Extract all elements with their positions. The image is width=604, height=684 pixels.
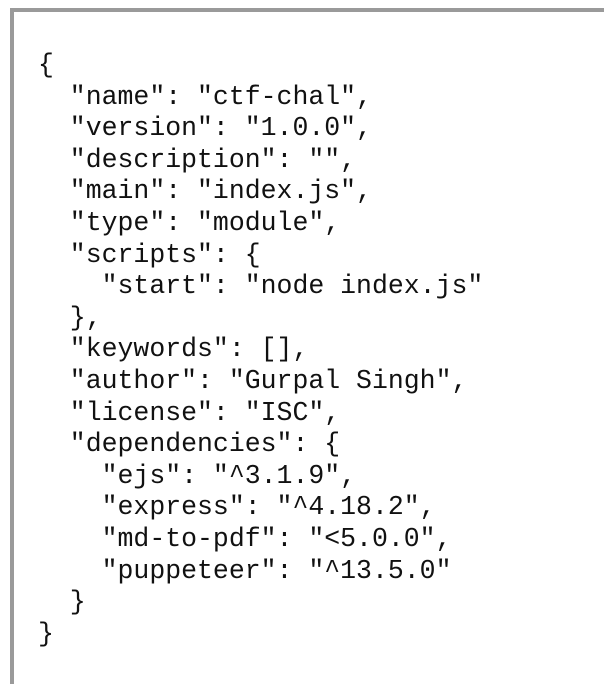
package-json-code-block: { "name": "ctf-chal", "version": "1.0.0"…: [38, 50, 483, 650]
code-line: }: [38, 618, 54, 649]
code-panel: { "name": "ctf-chal", "version": "1.0.0"…: [10, 8, 604, 684]
code-line: "dependencies": {: [38, 429, 341, 460]
code-line: }: [38, 587, 86, 618]
code-line: "puppeteer": "^13.5.0": [38, 555, 452, 586]
code-line: "main": "index.js",: [38, 176, 372, 207]
code-line: "author": "Gurpal Singh",: [38, 365, 468, 396]
code-line: "description": "",: [38, 144, 357, 175]
code-line: "scripts": {: [38, 239, 261, 270]
code-line: "type": "module",: [38, 207, 341, 238]
code-line: "express": "^4.18.2",: [38, 492, 436, 523]
code-line: "start": "node index.js": [38, 271, 484, 302]
code-line: "version": "1.0.0",: [38, 113, 372, 144]
code-line: },: [38, 302, 102, 333]
code-line: "keywords": [],: [38, 334, 309, 365]
code-line: "ejs": "^3.1.9",: [38, 460, 357, 491]
code-line: "license": "ISC",: [38, 397, 341, 428]
code-line: {: [38, 50, 54, 80]
code-line: "name": "ctf-chal",: [38, 81, 372, 112]
code-line: "md-to-pdf": "<5.0.0",: [38, 523, 452, 554]
